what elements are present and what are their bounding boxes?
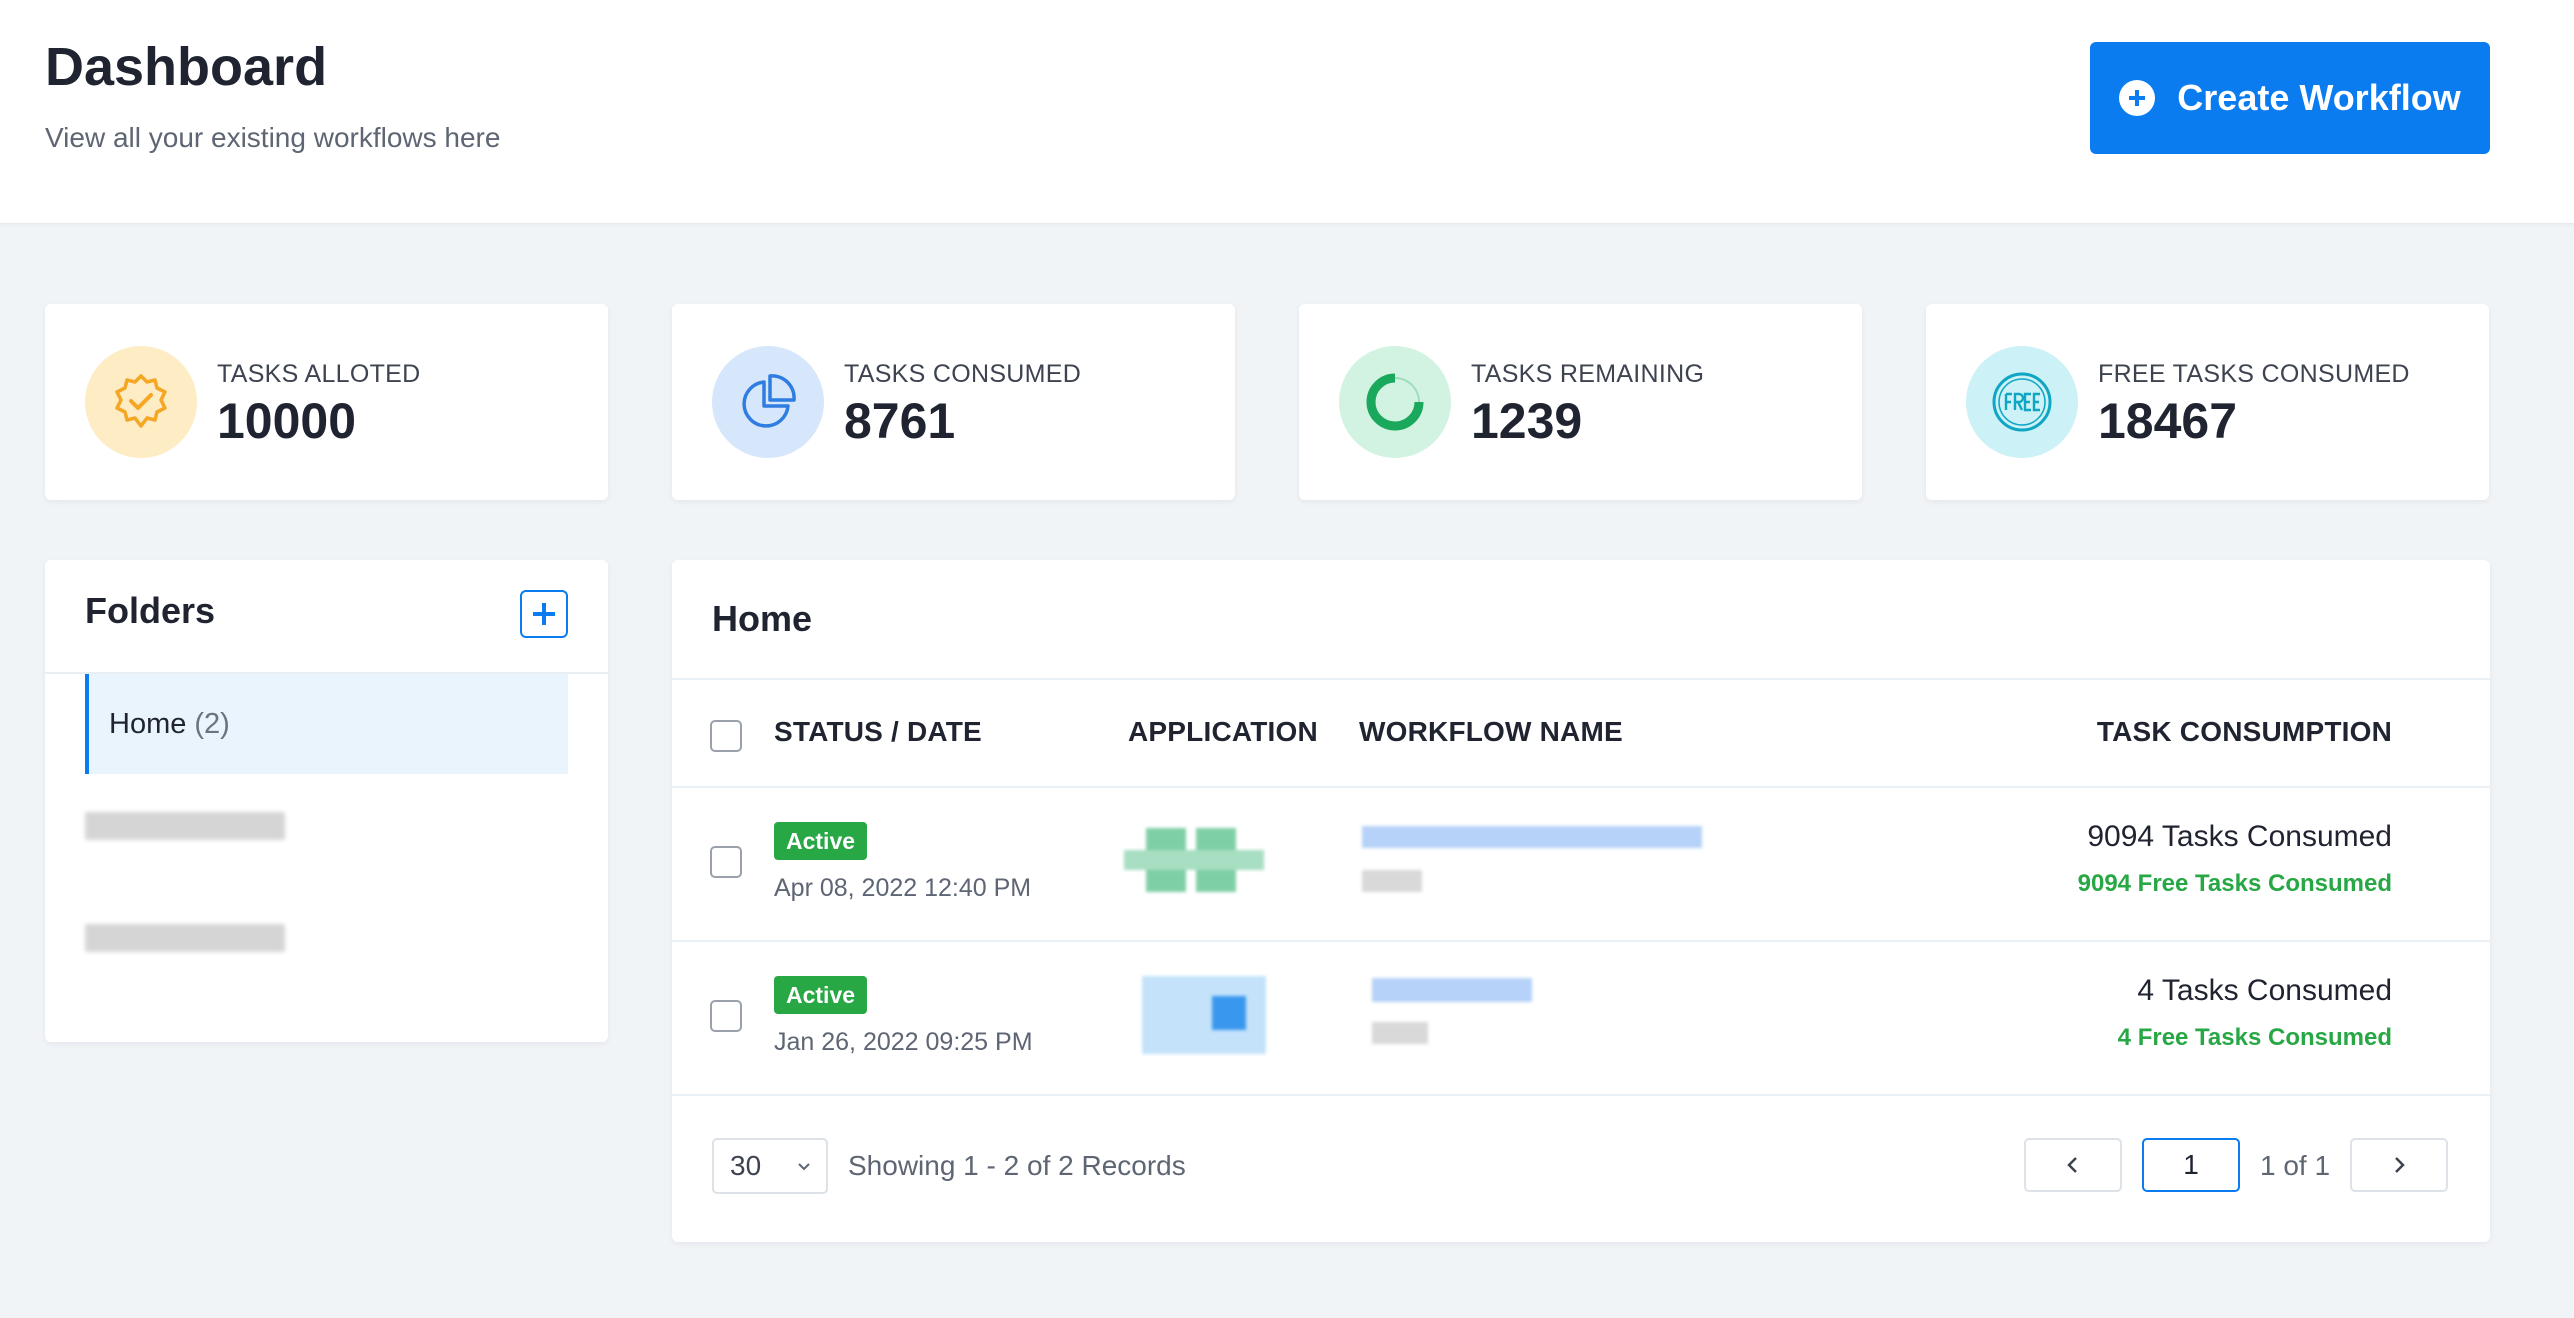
folders-panel: Folders Home (2) [45,560,608,1042]
tasks-consumed: 9094 Tasks Consumed [2087,820,2392,853]
stat-label: TASKS ALLOTED [217,360,421,388]
page-header: Dashboard View all your existing workflo… [0,0,2574,224]
pie-chart-icon [712,346,824,458]
free-tasks-consumed: 9094 Free Tasks Consumed [2077,870,2392,897]
chevron-left-icon [2067,1157,2077,1173]
column-header-workflow-name[interactable]: WORKFLOW NAME [1359,716,1623,748]
create-workflow-label: Create Workflow [2177,77,2461,118]
redacted-folder-item[interactable] [85,924,285,952]
page-subtitle: View all your existing workflows here [45,122,501,153]
stat-value: 1239 [1471,393,1583,449]
page-number-input[interactable] [2142,1138,2240,1192]
row-date: Apr 08, 2022 12:40 PM [774,874,1032,902]
stat-value: 10000 [217,393,357,449]
stat-label: FREE TASKS CONSUMED [2098,360,2410,388]
page-size-value: 30 [730,1150,762,1181]
free-tasks-consumed: 4 Free Tasks Consumed [2117,1024,2392,1051]
folder-count: (2) [194,707,230,740]
stat-card-tasks-remaining: TASKS REMAINING 1239 [1299,304,1862,500]
previous-page-button[interactable] [2024,1138,2122,1192]
plus-icon [533,603,555,625]
divider [672,940,2490,942]
select-all-checkbox[interactable] [710,720,742,752]
add-folder-button[interactable] [520,590,568,638]
row-checkbox[interactable] [710,1000,742,1032]
column-header-task-consumption[interactable]: TASK CONSUMPTION [2097,716,2392,748]
workflows-table-panel: Home STATUS / DATE APPLICATION WORKFLOW … [672,560,2490,1242]
free-stamp-icon [1966,346,2078,458]
stat-card-tasks-alloted: TASKS ALLOTED 10000 [45,304,608,500]
stat-card-tasks-consumed: TASKS CONSUMED 8761 [672,304,1235,500]
stat-label: TASKS CONSUMED [844,360,1082,388]
folders-title: Folders [85,590,216,631]
chevron-right-icon [2395,1157,2405,1173]
stat-value: 18467 [2098,393,2238,449]
status-badge: Active [774,976,868,1014]
folder-item-home[interactable]: Home (2) [85,674,568,774]
divider [672,1094,2490,1096]
redacted-folder-item[interactable] [85,812,285,840]
folder-label: Home [109,707,187,740]
row-checkbox[interactable] [710,846,742,878]
divider [672,786,2490,788]
page-size-select[interactable]: 30 [712,1138,828,1194]
donut-progress-icon [1339,346,1451,458]
plus-circle-icon [2119,80,2156,116]
divider [672,678,2490,680]
column-header-status-date[interactable]: STATUS / DATE [774,716,982,748]
panel-title: Home [712,598,813,639]
records-summary: Showing 1 - 2 of 2 Records [848,1150,1186,1181]
tasks-consumed: 4 Tasks Consumed [2137,974,2392,1007]
stat-value: 8761 [844,393,956,449]
status-badge: Active [774,822,868,860]
chevron-down-icon [798,1163,810,1171]
next-page-button[interactable] [2350,1138,2448,1192]
stat-card-free-tasks-consumed: FREE TASKS CONSUMED 18467 [1926,304,2489,500]
stat-label: TASKS REMAINING [1471,360,1705,388]
row-date: Jan 26, 2022 09:25 PM [774,1028,1033,1056]
badge-check-icon [85,346,197,458]
page-title: Dashboard [45,37,328,97]
page-of-label: 1 of 1 [2260,1150,2331,1181]
create-workflow-button[interactable]: Create Workflow [2090,42,2490,154]
column-header-application[interactable]: APPLICATION [1128,716,1318,748]
